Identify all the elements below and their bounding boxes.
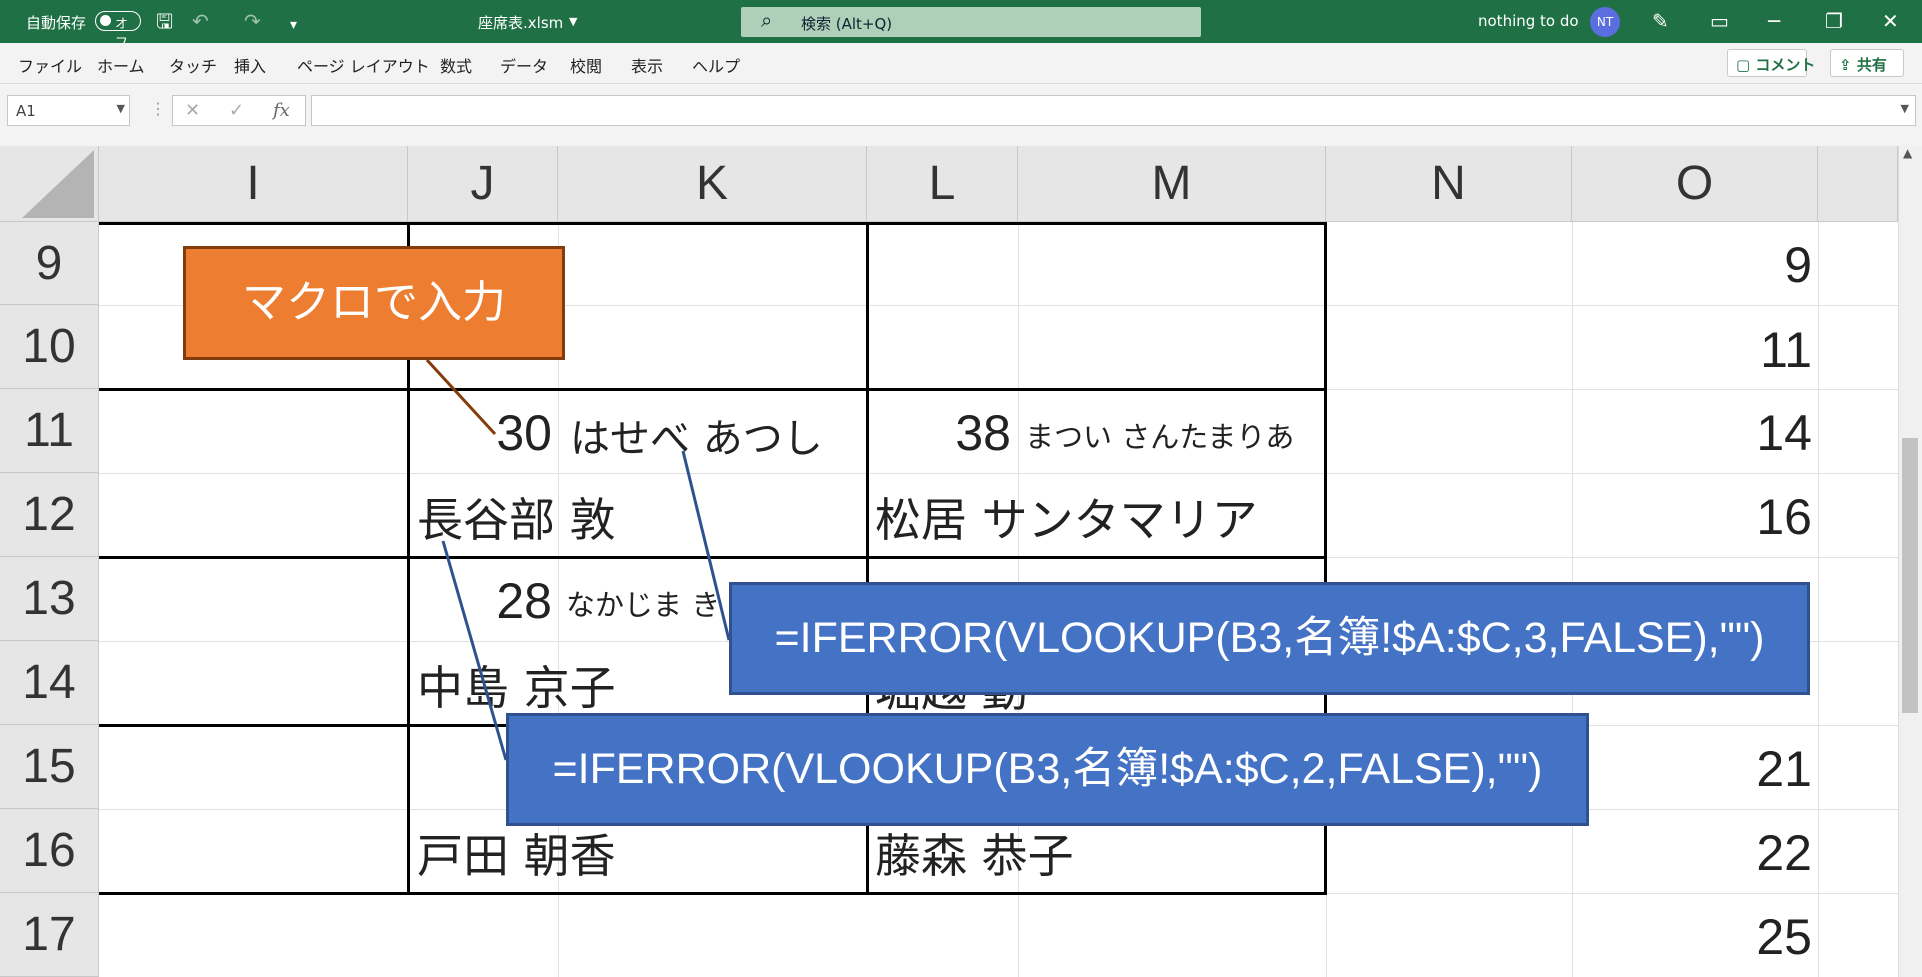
tab-touch[interactable]: タッチ bbox=[169, 53, 217, 77]
tab-home[interactable]: ホーム bbox=[97, 53, 145, 77]
row-header-14[interactable]: 14 bbox=[0, 641, 99, 725]
ribbon-display-icon[interactable]: ▭ bbox=[1710, 9, 1729, 33]
pen-icon[interactable]: ✎ bbox=[1652, 9, 1669, 33]
table-border bbox=[99, 388, 1327, 391]
avatar[interactable]: NT bbox=[1590, 7, 1620, 37]
row-header-17[interactable]: 17 bbox=[0, 893, 99, 977]
column-header-m[interactable]: M bbox=[1018, 146, 1326, 222]
column-header-j[interactable]: J bbox=[408, 146, 558, 222]
redo-icon[interactable]: ↷ bbox=[244, 9, 261, 33]
gridline bbox=[1818, 222, 1819, 977]
restore-icon[interactable]: ❐ bbox=[1825, 9, 1843, 33]
close-icon[interactable]: ✕ bbox=[1882, 9, 1899, 33]
cell-o17[interactable]: 25 bbox=[1572, 908, 1812, 966]
select-all-icon bbox=[22, 150, 94, 218]
cell-o11[interactable]: 14 bbox=[1572, 404, 1812, 462]
cell-l11[interactable]: 38 bbox=[869, 404, 1011, 462]
tab-insert[interactable]: 挿入 bbox=[234, 53, 266, 77]
table-border bbox=[99, 222, 1327, 225]
cell-o10[interactable]: 11 bbox=[1572, 321, 1812, 379]
autosave-toggle[interactable]: オフ bbox=[95, 11, 141, 51]
cell-m11[interactable]: まつい さんたまりあ bbox=[1025, 414, 1294, 456]
share-icon: ⇪ bbox=[1839, 56, 1852, 74]
grip-icon: ⋮ bbox=[150, 99, 166, 118]
row-header-12[interactable]: 12 bbox=[0, 473, 99, 557]
comment-button[interactable]: ▢ コメント bbox=[1727, 49, 1815, 77]
row-header-9[interactable]: 9 bbox=[0, 222, 99, 305]
formula-col2-callout: =IFERROR(VLOOKUP(B3,名簿!$A:$C,2,FALSE),""… bbox=[506, 713, 1589, 826]
expand-formula-icon[interactable]: ▼ bbox=[1901, 102, 1909, 115]
chevron-down-icon[interactable]: ▼ bbox=[569, 15, 577, 28]
toggle-knob bbox=[100, 15, 111, 26]
cell-j12[interactable]: 長谷部 敦 bbox=[417, 484, 616, 550]
select-all-button[interactable] bbox=[0, 146, 99, 222]
table-border bbox=[99, 556, 1327, 559]
save-icon[interactable]: 🖫 bbox=[156, 9, 173, 33]
gridline bbox=[99, 473, 1898, 474]
tab-data[interactable]: データ bbox=[500, 53, 548, 77]
table-border bbox=[99, 892, 1327, 895]
vertical-scrollbar[interactable]: ▲ bbox=[1898, 146, 1922, 977]
column-header-p[interactable] bbox=[1818, 146, 1898, 222]
share-button[interactable]: ⇪ 共有 bbox=[1830, 49, 1904, 77]
search-placeholder: 検索 (Alt+Q) bbox=[801, 15, 893, 33]
formula-bar: A1 ▼ ⋮ ✕ ✓ fx ▼ bbox=[0, 84, 1922, 146]
cell-j11[interactable]: 30 bbox=[410, 404, 552, 462]
row-header-13[interactable]: 13 bbox=[0, 557, 99, 641]
cell-l12[interactable]: 松居 サンタマリア bbox=[875, 484, 1258, 550]
tab-file[interactable]: ファイル bbox=[18, 53, 82, 77]
enter-icon[interactable]: ✓ bbox=[229, 100, 244, 121]
cell-o12[interactable]: 16 bbox=[1572, 488, 1812, 546]
insert-function-button[interactable]: fx bbox=[273, 100, 290, 121]
formula-buttons: ✕ ✓ fx bbox=[172, 95, 306, 126]
column-header-n[interactable]: N bbox=[1326, 146, 1572, 222]
cell-j13[interactable]: 28 bbox=[410, 572, 552, 630]
user-name: nothing to do bbox=[1478, 12, 1579, 30]
row-header-10[interactable]: 10 bbox=[0, 305, 99, 389]
cell-k13[interactable]: なかじま き bbox=[566, 582, 720, 624]
comment-icon: ▢ bbox=[1736, 56, 1751, 74]
cancel-icon[interactable]: ✕ bbox=[185, 100, 200, 121]
customize-qat-icon[interactable]: ▾ bbox=[290, 13, 297, 37]
scrollbar-thumb[interactable] bbox=[1902, 438, 1918, 713]
minimize-icon[interactable]: ─ bbox=[1768, 9, 1780, 33]
tab-formulas[interactable]: 数式 bbox=[440, 53, 472, 77]
share-label: 共有 bbox=[1856, 56, 1887, 74]
column-header-k[interactable]: K bbox=[558, 146, 867, 222]
cell-o16[interactable]: 22 bbox=[1572, 824, 1812, 882]
cell-o15[interactable]: 21 bbox=[1572, 740, 1812, 798]
formula-col3-callout: =IFERROR(VLOOKUP(B3,名簿!$A:$C,3,FALSE),""… bbox=[729, 582, 1810, 695]
cell-k11[interactable]: はせべ あつし bbox=[570, 406, 823, 464]
formula-input[interactable]: ▼ bbox=[311, 95, 1916, 126]
row-header-16[interactable]: 16 bbox=[0, 809, 99, 893]
column-header-i[interactable]: I bbox=[99, 146, 408, 222]
search-icon: ⌕ bbox=[761, 8, 773, 32]
title-bar: 自動保存 オフ 🖫 ↶ ↷ ▾ 座席表.xlsm ▼ ⌕ 検索 (Alt+Q) … bbox=[0, 0, 1922, 51]
tab-review[interactable]: 校閲 bbox=[570, 53, 602, 77]
scroll-up-icon[interactable]: ▲ bbox=[1903, 146, 1912, 160]
row-header-15[interactable]: 15 bbox=[0, 725, 99, 809]
column-header-o[interactable]: O bbox=[1572, 146, 1818, 222]
undo-icon[interactable]: ↶ bbox=[192, 9, 209, 33]
comment-label: コメント bbox=[1755, 56, 1816, 74]
macro-callout: マクロで入力 bbox=[183, 246, 565, 360]
ribbon-tabs: ファイル ホーム タッチ 挿入 ページ レイアウト 数式 データ 校閲 表示 ヘ… bbox=[0, 43, 1922, 84]
name-box-value: A1 bbox=[16, 102, 36, 120]
tab-page-layout[interactable]: ページ レイアウト bbox=[297, 53, 430, 77]
chevron-down-icon[interactable]: ▼ bbox=[117, 102, 125, 115]
search-box[interactable]: ⌕ 検索 (Alt+Q) bbox=[741, 7, 1201, 37]
cell-o9[interactable]: 9 bbox=[1572, 236, 1812, 294]
name-box[interactable]: A1 ▼ bbox=[7, 95, 130, 126]
autosave-label: 自動保存 bbox=[26, 14, 87, 32]
cell-j16[interactable]: 戸田 朝香 bbox=[417, 820, 616, 886]
tab-view[interactable]: 表示 bbox=[631, 53, 663, 77]
cell-j14[interactable]: 中島 京子 bbox=[417, 652, 616, 718]
file-name[interactable]: 座席表.xlsm bbox=[478, 12, 563, 33]
row-header-11[interactable]: 11 bbox=[0, 389, 99, 473]
column-header-l[interactable]: L bbox=[867, 146, 1018, 222]
cell-l16[interactable]: 藤森 恭子 bbox=[875, 820, 1074, 886]
tab-help[interactable]: ヘルプ bbox=[692, 53, 740, 77]
